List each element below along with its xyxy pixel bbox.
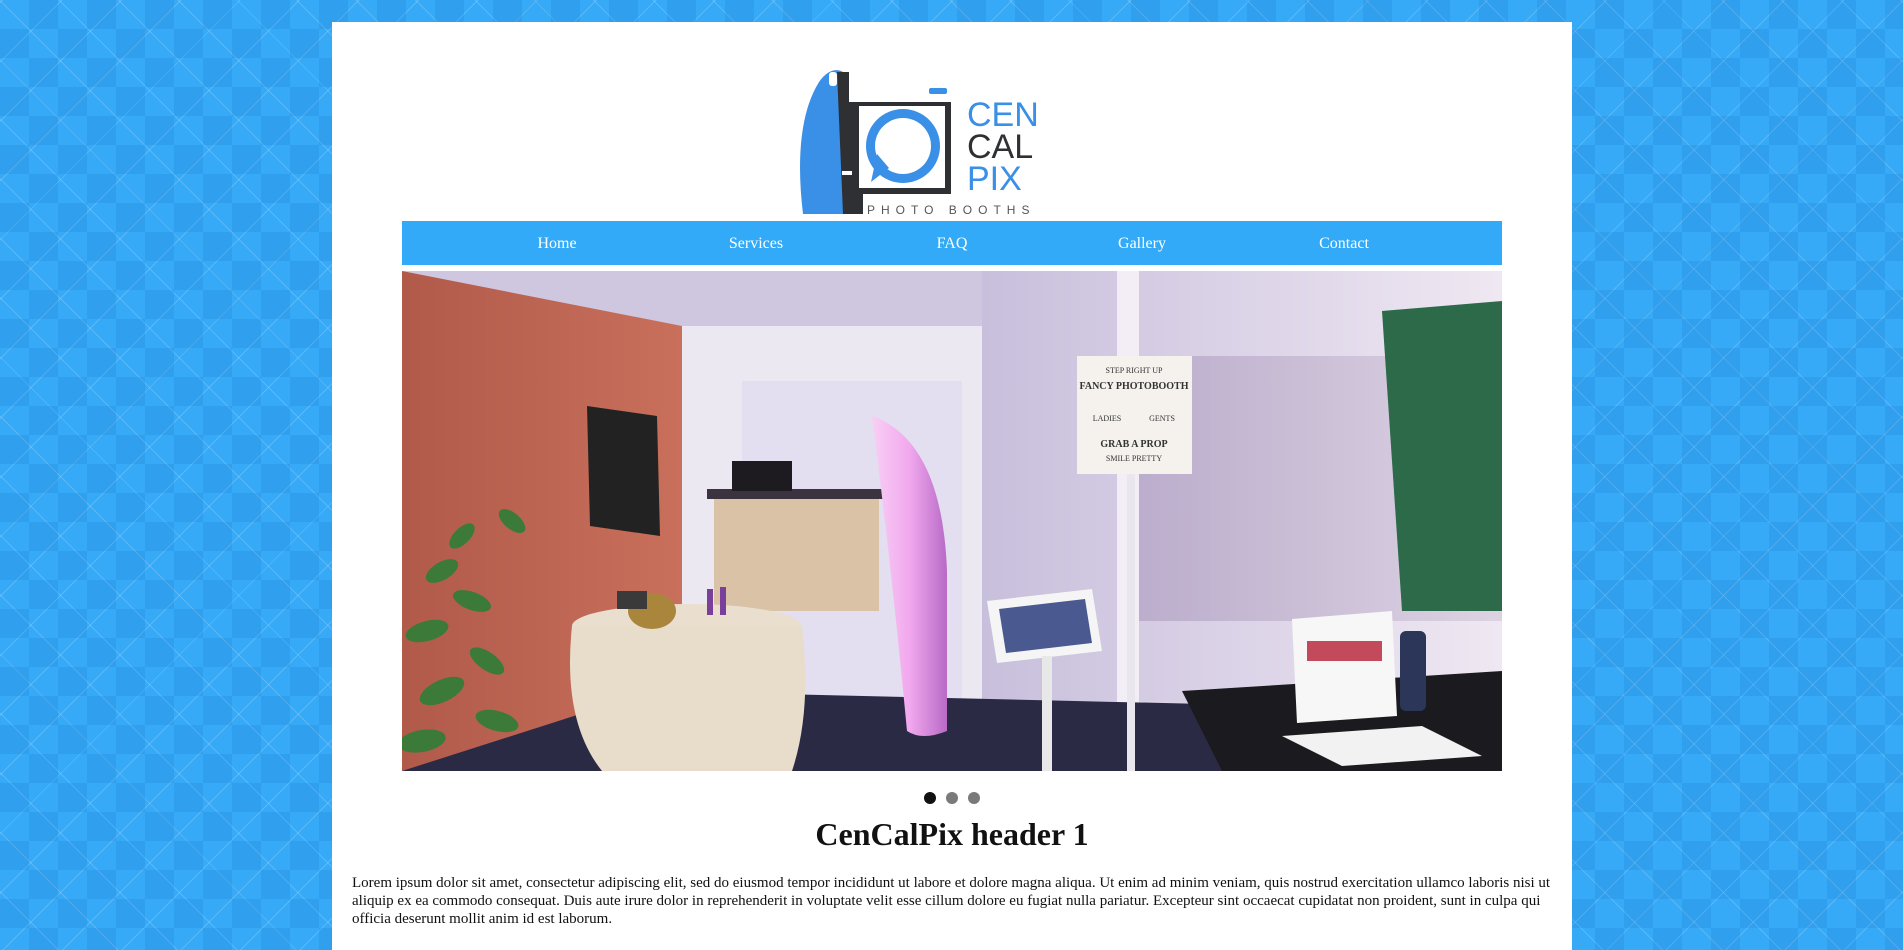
svg-text:SMILE PRETTY: SMILE PRETTY (1106, 454, 1162, 463)
page-container: CEN CAL PIX PHOTO BOOTHS Home Services F… (332, 22, 1572, 950)
nav-contact[interactable]: Contact (1319, 221, 1369, 265)
svg-text:PHOTO BOOTHS: PHOTO BOOTHS (867, 203, 1035, 217)
hero-slider[interactable]: STEP RIGHT UP FANCY PHOTOBOOTH LADIES GE… (402, 271, 1502, 771)
site-logo[interactable]: CEN CAL PIX PHOTO BOOTHS (779, 54, 1119, 229)
slider-dot-3[interactable] (968, 792, 980, 804)
main-nav: Home Services FAQ Gallery Contact (402, 221, 1502, 268)
svg-text:FANCY PHOTOBOOTH: FANCY PHOTOBOOTH (1080, 381, 1189, 392)
nav-services[interactable]: Services (729, 221, 783, 265)
nav-gallery[interactable]: Gallery (1118, 221, 1166, 265)
svg-text:GENTS: GENTS (1149, 414, 1175, 423)
nav-home[interactable]: Home (537, 221, 576, 265)
intro-paragraph: Lorem ipsum dolor sit amet, consectetur … (352, 875, 1551, 927)
svg-text:PIX: PIX (967, 160, 1022, 198)
page-heading: CenCalPix header 1 (815, 816, 1089, 852)
slider-dot-2[interactable] (946, 792, 958, 804)
svg-text:STEP RIGHT UP: STEP RIGHT UP (1106, 366, 1163, 375)
slider-dot-1[interactable] (924, 792, 936, 804)
slide-image: STEP RIGHT UP FANCY PHOTOBOOTH LADIES GE… (402, 271, 1502, 771)
nav-faq[interactable]: FAQ (937, 221, 968, 265)
slider-pagination (332, 791, 1572, 805)
svg-text:LADIES: LADIES (1093, 414, 1121, 423)
camera-logo-icon: CEN CAL PIX PHOTO BOOTHS (800, 70, 1039, 217)
svg-text:GRAB A PROP: GRAB A PROP (1100, 439, 1167, 450)
